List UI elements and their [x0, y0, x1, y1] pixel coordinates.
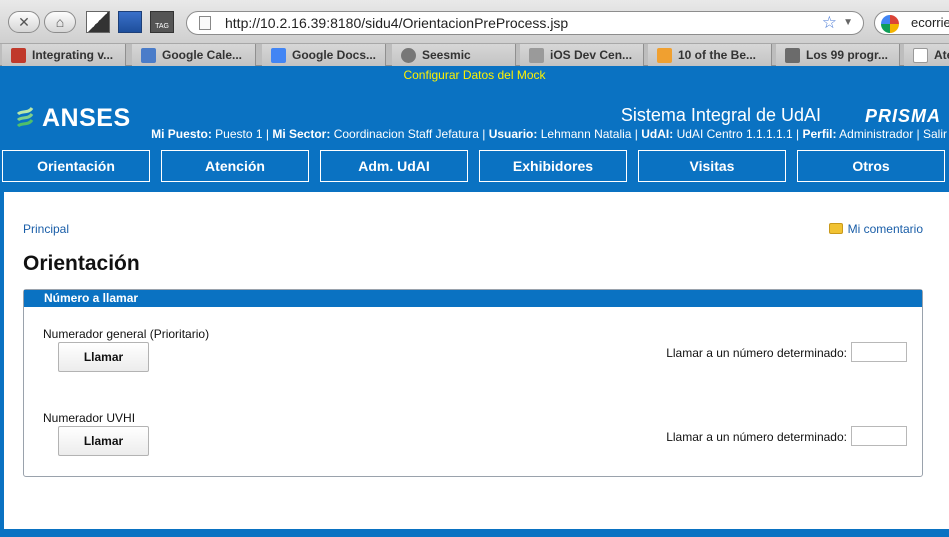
page-icon: [199, 16, 211, 30]
llamar-uvhi-button[interactable]: Llamar: [58, 426, 149, 456]
browser-toolbar: ✕ ⌂ TAG http://10.2.16.39:8180/sidu4/Ori…: [0, 0, 949, 44]
tab-bookmark-5[interactable]: iOS Dev Cen...: [520, 44, 644, 66]
content-area: Principal Mi comentario Orientación Núme…: [4, 192, 949, 529]
perfil-value: Administrador: [839, 127, 914, 141]
number-call-panel: Número a llamar Numerador general (Prior…: [23, 289, 923, 477]
favicon-icon: [11, 48, 26, 63]
nav-exhibidores[interactable]: Exhibidores: [479, 150, 627, 182]
chevron-down-icon[interactable]: ▼: [843, 12, 853, 34]
numerador-uvhi-label: Numerador UVHI: [43, 411, 136, 425]
nav-atencion[interactable]: Atención: [161, 150, 309, 182]
breadcrumb[interactable]: Principal: [23, 222, 69, 236]
tag-icon[interactable]: TAG: [150, 11, 174, 33]
address-text: http://10.2.16.39:8180/sidu4/Orientacion…: [225, 15, 569, 31]
anses-logo: ANSES: [16, 104, 131, 133]
page-title: Orientación: [23, 252, 140, 275]
bookmark-icon[interactable]: [118, 11, 142, 33]
search-text: ecorrie: [911, 15, 949, 30]
m-icon: [785, 48, 800, 63]
number-input-uvhi[interactable]: [851, 426, 907, 446]
comment-link[interactable]: Mi comentario: [828, 222, 923, 236]
llamar-general-button[interactable]: Llamar: [58, 342, 149, 372]
logo-text: ANSES: [42, 104, 131, 132]
tab-bookmark-3[interactable]: Google Docs...: [262, 44, 386, 66]
app: Configurar Datos del Mock ANSES Sistema …: [0, 66, 949, 537]
panel-title: Número a llamar: [24, 290, 922, 307]
tab-bookmark-8[interactable]: Ate: [904, 44, 949, 66]
number-label: Llamar a un número determinado:: [666, 430, 847, 444]
tab-bookmark-7[interactable]: Los 99 progr...: [776, 44, 900, 66]
tab-bookmark-4[interactable]: Seesmic: [392, 44, 516, 66]
m-icon: [657, 48, 672, 63]
tab-bookmark-1[interactable]: Integrating v...: [2, 44, 126, 66]
tab-bookmark-2[interactable]: Google Cale...: [132, 44, 256, 66]
bookmarks-bar: Integrating v... Google Cale... Google D…: [0, 44, 949, 66]
bookmarklet-icon[interactable]: [86, 11, 110, 33]
mock-config-link[interactable]: Configurar Datos del Mock: [0, 68, 949, 82]
number-label: Llamar a un número determinado:: [666, 346, 847, 360]
nav-visitas[interactable]: Visitas: [638, 150, 786, 182]
page-icon: [913, 48, 928, 63]
docs-icon: [271, 48, 286, 63]
udai-value: UdAI Centro 1.1.1.1.1: [676, 127, 793, 141]
system-title: Sistema Integral de UdAI: [620, 105, 821, 125]
address-bar[interactable]: http://10.2.16.39:8180/sidu4/Orientacion…: [186, 11, 864, 35]
puesto-value: Puesto 1: [215, 127, 263, 141]
nav-orientacion[interactable]: Orientación: [2, 150, 150, 182]
nav-adm-udai[interactable]: Adm. UdAI: [320, 150, 468, 182]
bookmark-star-icon[interactable]: ☆: [822, 12, 837, 34]
main-nav: Orientación Atención Adm. UdAI Exhibidor…: [0, 150, 949, 184]
comment-icon: [828, 223, 843, 234]
anses-logo-icon: [16, 107, 34, 128]
seesmic-icon: [401, 48, 416, 63]
search-input[interactable]: ecorrie: [874, 11, 949, 35]
usuario-value: Lehmann Natalia: [540, 127, 632, 141]
logout-link[interactable]: Salir: [923, 127, 947, 141]
sector-value: Coordinacion Staff Jefatura: [333, 127, 479, 141]
tab-bookmark-6[interactable]: 10 of the Be...: [648, 44, 772, 66]
prisma-logo: PRISMA: [864, 106, 941, 126]
numerador-general-label: Numerador general (Prioritario): [43, 327, 210, 341]
home-icon[interactable]: ⌂: [44, 11, 76, 33]
number-input-general[interactable]: [851, 342, 907, 362]
stop-icon[interactable]: ✕: [8, 11, 40, 33]
user-info: Mi Puesto: Puesto 1 | Mi Sector: Coordin…: [151, 127, 947, 141]
calendar-icon: [141, 48, 156, 63]
google-icon: [881, 15, 899, 33]
apple-icon: [529, 48, 544, 63]
nav-otros[interactable]: Otros: [797, 150, 945, 182]
